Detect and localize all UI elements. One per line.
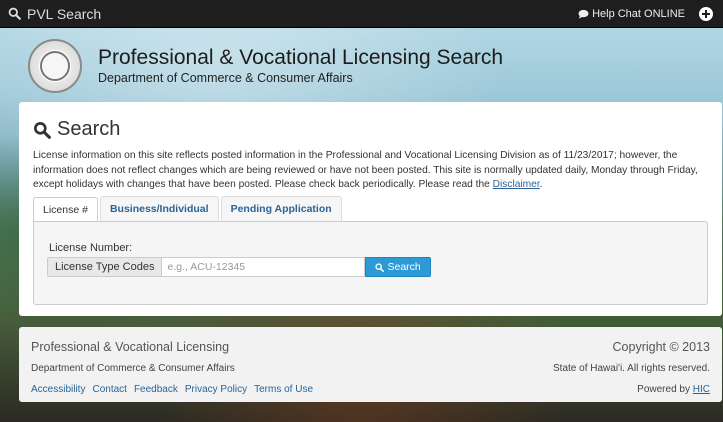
footer-links: Accessibility Contact Feedback Privacy P…	[31, 384, 313, 395]
plus-circle-icon[interactable]	[699, 6, 713, 21]
info-end: .	[539, 179, 543, 190]
accessibility-link[interactable]: Accessibility	[31, 384, 85, 395]
search-tabs: License # Business/Individual Pending Ap…	[33, 196, 344, 222]
footer-title: Professional & Vocational Licensing	[31, 340, 230, 354]
page-header: Professional & Vocational Licensing Sear…	[28, 39, 503, 93]
state-seal-logo	[28, 39, 82, 93]
chat-bubble-icon	[578, 9, 589, 19]
page-title: Professional & Vocational Licensing Sear…	[98, 46, 504, 69]
tab-pending-application[interactable]: Pending Application	[220, 196, 342, 221]
privacy-policy-link[interactable]: Privacy Policy	[185, 384, 247, 395]
search-heading: Search	[33, 118, 120, 141]
brand-label: PVL Search	[27, 5, 102, 22]
footer-rights: State of Hawai'i. All rights reserved.	[553, 363, 710, 374]
license-search-panel: License Number: License Type Codes Searc…	[33, 221, 708, 305]
search-icon	[8, 7, 21, 20]
powered-by: Powered by HIC	[553, 384, 710, 395]
app-brand[interactable]: PVL Search	[8, 6, 101, 22]
contact-link[interactable]: Contact	[92, 384, 126, 395]
tab-business-individual[interactable]: Business/Individual	[99, 196, 219, 221]
info-text: License information on this site reflect…	[33, 149, 708, 193]
disclaimer-link[interactable]: Disclaimer	[493, 179, 540, 190]
search-button-label: Search	[387, 261, 421, 273]
help-chat-link[interactable]: Help Chat ONLINE	[578, 8, 685, 20]
footer-copyright: Copyright © 2013	[612, 340, 710, 354]
license-number-input[interactable]	[162, 257, 366, 277]
search-card: Search License information on this site …	[19, 102, 722, 316]
search-icon	[34, 121, 51, 139]
license-number-label: License Number:	[49, 242, 133, 254]
tab-license-number[interactable]: License #	[33, 197, 98, 222]
hic-link[interactable]: HIC	[693, 384, 710, 395]
top-navbar: PVL Search Help Chat ONLINE	[0, 0, 723, 28]
license-input-group: License Type Codes Search	[47, 257, 431, 277]
powered-by-label: Powered by	[637, 384, 693, 395]
feedback-link[interactable]: Feedback	[134, 384, 178, 395]
help-chat-label: Help Chat ONLINE	[592, 7, 685, 20]
search-icon	[375, 262, 385, 272]
footer-department: Department of Commerce & Consumer Affair…	[31, 363, 235, 374]
terms-of-use-link[interactable]: Terms of Use	[254, 384, 313, 395]
search-button[interactable]: Search	[365, 257, 431, 277]
info-body: License information on this site reflect…	[33, 150, 698, 190]
page-footer: Professional & Vocational Licensing Depa…	[19, 327, 722, 402]
page-subtitle: Department of Commerce & Consumer Affair…	[98, 71, 353, 85]
search-heading-label: Search	[57, 118, 121, 140]
license-type-codes-button[interactable]: License Type Codes	[47, 257, 163, 277]
